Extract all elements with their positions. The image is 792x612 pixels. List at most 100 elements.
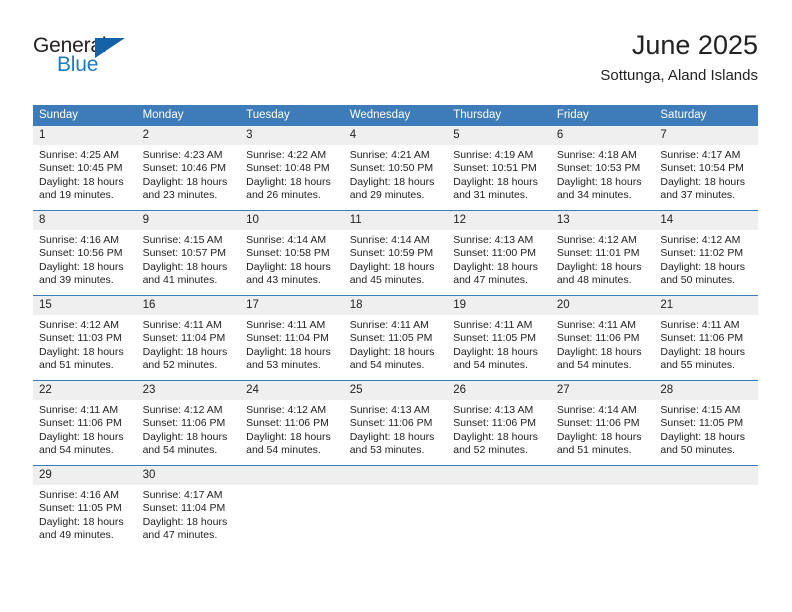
day-detail-sunrise: Sunrise: 4:11 AM — [246, 319, 326, 331]
day-detail-daylight1: Daylight: 18 hours — [39, 260, 124, 273]
calendar-day-cell[interactable]: 26 Sunrise: 4:13 AM Sunset: 11:06 PM Daylig… — [447, 380, 551, 466]
day-details: Sunrise: 4:12 AM Sunset: 11:06 PM Daylight… — [137, 400, 241, 458]
day-details: Sunrise: 4:25 AM Sunset: 10:45 PM Daylight… — [33, 145, 137, 203]
day-detail-sunset: Sunset: 11:04 PM — [246, 332, 329, 345]
calendar-day-cell-empty — [447, 465, 551, 550]
day-detail-sunrise: Sunrise: 4:13 AM — [453, 234, 534, 246]
day-detail-sunset: Sunset: 11:06 PM — [556, 332, 640, 345]
day-number: 7 — [654, 126, 758, 145]
calendar-day-cell[interactable]: 22 Sunrise: 4:11 AM Sunset: 11:06 PM Daylig… — [33, 380, 137, 466]
day-detail-sunset: Sunset: 11:00 PM — [453, 247, 536, 260]
day-detail-daylight2: and 29 minutes. — [349, 189, 425, 202]
day-number: 30 — [136, 466, 241, 485]
day-detail-daylight1: Daylight: 18 hours — [453, 260, 538, 273]
weekday-header-thursday: Thursday — [447, 105, 551, 126]
day-detail-daylight1: Daylight: 18 hours — [142, 345, 228, 358]
day-detail-daylight2: and 45 minutes. — [349, 274, 425, 287]
day-details: Sunrise: 4:11 AM Sunset: 11:06 PM Daylight… — [33, 400, 137, 458]
calendar-day-cell[interactable]: 25 Sunrise: 4:13 AM Sunset: 11:06 PM Daylig… — [343, 380, 448, 466]
day-detail-daylight1: Daylight: 18 hours — [246, 175, 331, 188]
general-blue-logo: General Blue — [33, 34, 153, 84]
calendar-week-row: 8 Sunrise: 4:16 AM Sunset: 10:56 PM Dayligh… — [33, 210, 758, 296]
day-detail-daylight1: Daylight: 18 hours — [349, 430, 435, 443]
day-detail-daylight1: Daylight: 18 hours — [556, 260, 642, 273]
calendar-day-cell[interactable]: 24 Sunrise: 4:12 AM Sunset: 11:06 PM Daylig… — [240, 380, 344, 466]
day-detail-sunrise: Sunrise: 4:16 AM — [39, 489, 119, 501]
day-detail-daylight1: Daylight: 18 hours — [142, 515, 228, 528]
day-detail-daylight2: and 55 minutes. — [660, 359, 736, 372]
calendar-day-cell[interactable]: 2 Sunrise: 4:23 AM Sunset: 10:46 PM Dayligh… — [136, 126, 241, 211]
day-details: Sunrise: 4:23 AM Sunset: 10:46 PM Daylight… — [137, 145, 241, 203]
calendar-day-cell[interactable]: 5 Sunrise: 4:19 AM Sunset: 10:51 PM Dayligh… — [447, 126, 551, 211]
calendar-day-cell[interactable]: 13 Sunrise: 4:12 AM Sunset: 11:01 PM Daylig… — [550, 210, 655, 296]
day-detail-sunrise: Sunrise: 4:12 AM — [246, 404, 327, 416]
day-number: 27 — [550, 381, 655, 400]
day-detail-sunrise: Sunrise: 4:17 AM — [142, 489, 223, 501]
day-detail-daylight1: Daylight: 18 hours — [349, 345, 435, 358]
day-details: Sunrise: 4:11 AM Sunset: 11:04 PM Daylight… — [137, 315, 241, 373]
day-detail-daylight1: Daylight: 18 hours — [660, 175, 746, 188]
day-detail-daylight2: and 53 minutes. — [246, 359, 321, 372]
calendar-day-cell[interactable]: 21 Sunrise: 4:11 AM Sunset: 11:06 PM Daylig… — [654, 295, 758, 381]
day-details: Sunrise: 4:17 AM Sunset: 11:04 PM Daylight… — [137, 485, 241, 543]
calendar-day-cell[interactable]: 10 Sunrise: 4:14 AM Sunset: 10:58 PM Daylig… — [240, 210, 344, 296]
triangle-icon — [95, 38, 125, 58]
calendar-day-cell-empty — [550, 465, 655, 550]
day-number — [240, 466, 344, 485]
calendar-day-cell[interactable]: 19 Sunrise: 4:11 AM Sunset: 11:05 PM Daylig… — [447, 295, 551, 381]
calendar-day-cell[interactable]: 6 Sunrise: 4:18 AM Sunset: 10:53 PM Dayligh… — [550, 126, 655, 211]
calendar-day-cell[interactable]: 11 Sunrise: 4:14 AM Sunset: 10:59 PM Daylig… — [343, 210, 448, 296]
day-detail-daylight1: Daylight: 18 hours — [453, 345, 538, 358]
day-detail-sunrise: Sunrise: 4:14 AM — [556, 404, 637, 416]
calendar-day-cell[interactable]: 7 Sunrise: 4:17 AM Sunset: 10:54 PM Dayligh… — [654, 126, 758, 211]
calendar-day-cell[interactable]: 4 Sunrise: 4:21 AM Sunset: 10:50 PM Dayligh… — [343, 126, 448, 211]
day-detail-sunset: Sunset: 11:06 PM — [39, 417, 122, 430]
calendar-day-cell[interactable]: 16 Sunrise: 4:11 AM Sunset: 11:04 PM Daylig… — [136, 295, 241, 381]
day-details — [240, 485, 344, 489]
day-detail-sunset: Sunset: 10:56 PM — [39, 247, 123, 260]
day-detail-daylight1: Daylight: 18 hours — [246, 430, 331, 443]
day-details: Sunrise: 4:14 AM Sunset: 10:59 PM Daylight… — [344, 230, 448, 288]
calendar-day-cell[interactable]: 1 Sunrise: 4:25 AM Sunset: 10:45 PM Dayligh… — [33, 126, 137, 211]
calendar-day-cell[interactable]: 17 Sunrise: 4:11 AM Sunset: 11:04 PM Daylig… — [240, 295, 344, 381]
day-number: 17 — [240, 296, 344, 315]
calendar-day-cell[interactable]: 18 Sunrise: 4:11 AM Sunset: 11:05 PM Daylig… — [343, 295, 448, 381]
calendar-week-row: 15 Sunrise: 4:12 AM Sunset: 11:03 PM Daylig… — [33, 295, 758, 381]
calendar-day-cell[interactable]: 14 Sunrise: 4:12 AM Sunset: 11:02 PM Daylig… — [654, 210, 758, 296]
calendar-day-cell[interactable]: 28 Sunrise: 4:15 AM Sunset: 11:05 PM Daylig… — [654, 380, 758, 466]
calendar-day-cell-empty — [654, 465, 758, 550]
calendar-day-cell[interactable]: 29 Sunrise: 4:16 AM Sunset: 11:05 PM Daylig… — [33, 465, 137, 550]
day-detail-daylight2: and 23 minutes. — [142, 189, 218, 202]
day-detail-sunrise: Sunrise: 4:18 AM — [556, 149, 637, 161]
calendar-day-cell[interactable]: 15 Sunrise: 4:12 AM Sunset: 11:03 PM Daylig… — [33, 295, 137, 381]
day-detail-daylight1: Daylight: 18 hours — [556, 175, 642, 188]
day-detail-daylight2: and 43 minutes. — [246, 274, 321, 287]
calendar-day-cell[interactable]: 9 Sunrise: 4:15 AM Sunset: 10:57 PM Dayligh… — [136, 210, 241, 296]
calendar-day-cell[interactable]: 12 Sunrise: 4:13 AM Sunset: 11:00 PM Daylig… — [447, 210, 551, 296]
day-number: 18 — [343, 296, 448, 315]
day-detail-sunset: Sunset: 10:45 PM — [39, 162, 123, 175]
weekday-header-wednesday: Wednesday — [343, 105, 448, 126]
day-detail-daylight2: and 54 minutes. — [453, 359, 528, 372]
day-detail-sunset: Sunset: 11:01 PM — [556, 247, 640, 260]
day-detail-sunset: Sunset: 10:58 PM — [246, 247, 330, 260]
day-detail-sunset: Sunset: 10:51 PM — [453, 162, 537, 175]
calendar-day-cell[interactable]: 27 Sunrise: 4:14 AM Sunset: 11:06 PM Daylig… — [550, 380, 655, 466]
day-detail-sunset: Sunset: 10:50 PM — [349, 162, 434, 175]
day-details: Sunrise: 4:14 AM Sunset: 10:58 PM Daylight… — [240, 230, 344, 288]
day-number: 24 — [240, 381, 344, 400]
day-details: Sunrise: 4:12 AM Sunset: 11:01 PM Daylight… — [551, 230, 655, 288]
day-detail-sunrise: Sunrise: 4:11 AM — [660, 319, 740, 331]
day-details: Sunrise: 4:11 AM Sunset: 11:05 PM Daylight… — [447, 315, 551, 373]
day-number: 10 — [240, 211, 344, 230]
calendar-day-cell[interactable]: 20 Sunrise: 4:11 AM Sunset: 11:06 PM Daylig… — [550, 295, 655, 381]
day-detail-sunrise: Sunrise: 4:16 AM — [39, 234, 119, 246]
calendar-day-cell[interactable]: 30 Sunrise: 4:17 AM Sunset: 11:04 PM Daylig… — [136, 465, 241, 550]
day-detail-sunrise: Sunrise: 4:25 AM — [39, 149, 119, 161]
calendar-day-cell[interactable]: 23 Sunrise: 4:12 AM Sunset: 11:06 PM Daylig… — [136, 380, 241, 466]
calendar-day-cell[interactable]: 8 Sunrise: 4:16 AM Sunset: 10:56 PM Dayligh… — [33, 210, 137, 296]
calendar-day-cell[interactable]: 3 Sunrise: 4:22 AM Sunset: 10:48 PM Dayligh… — [240, 126, 344, 211]
day-details: Sunrise: 4:11 AM Sunset: 11:06 PM Daylight… — [551, 315, 655, 373]
day-detail-sunset: Sunset: 11:04 PM — [142, 332, 226, 345]
day-detail-daylight2: and 49 minutes. — [39, 529, 114, 542]
